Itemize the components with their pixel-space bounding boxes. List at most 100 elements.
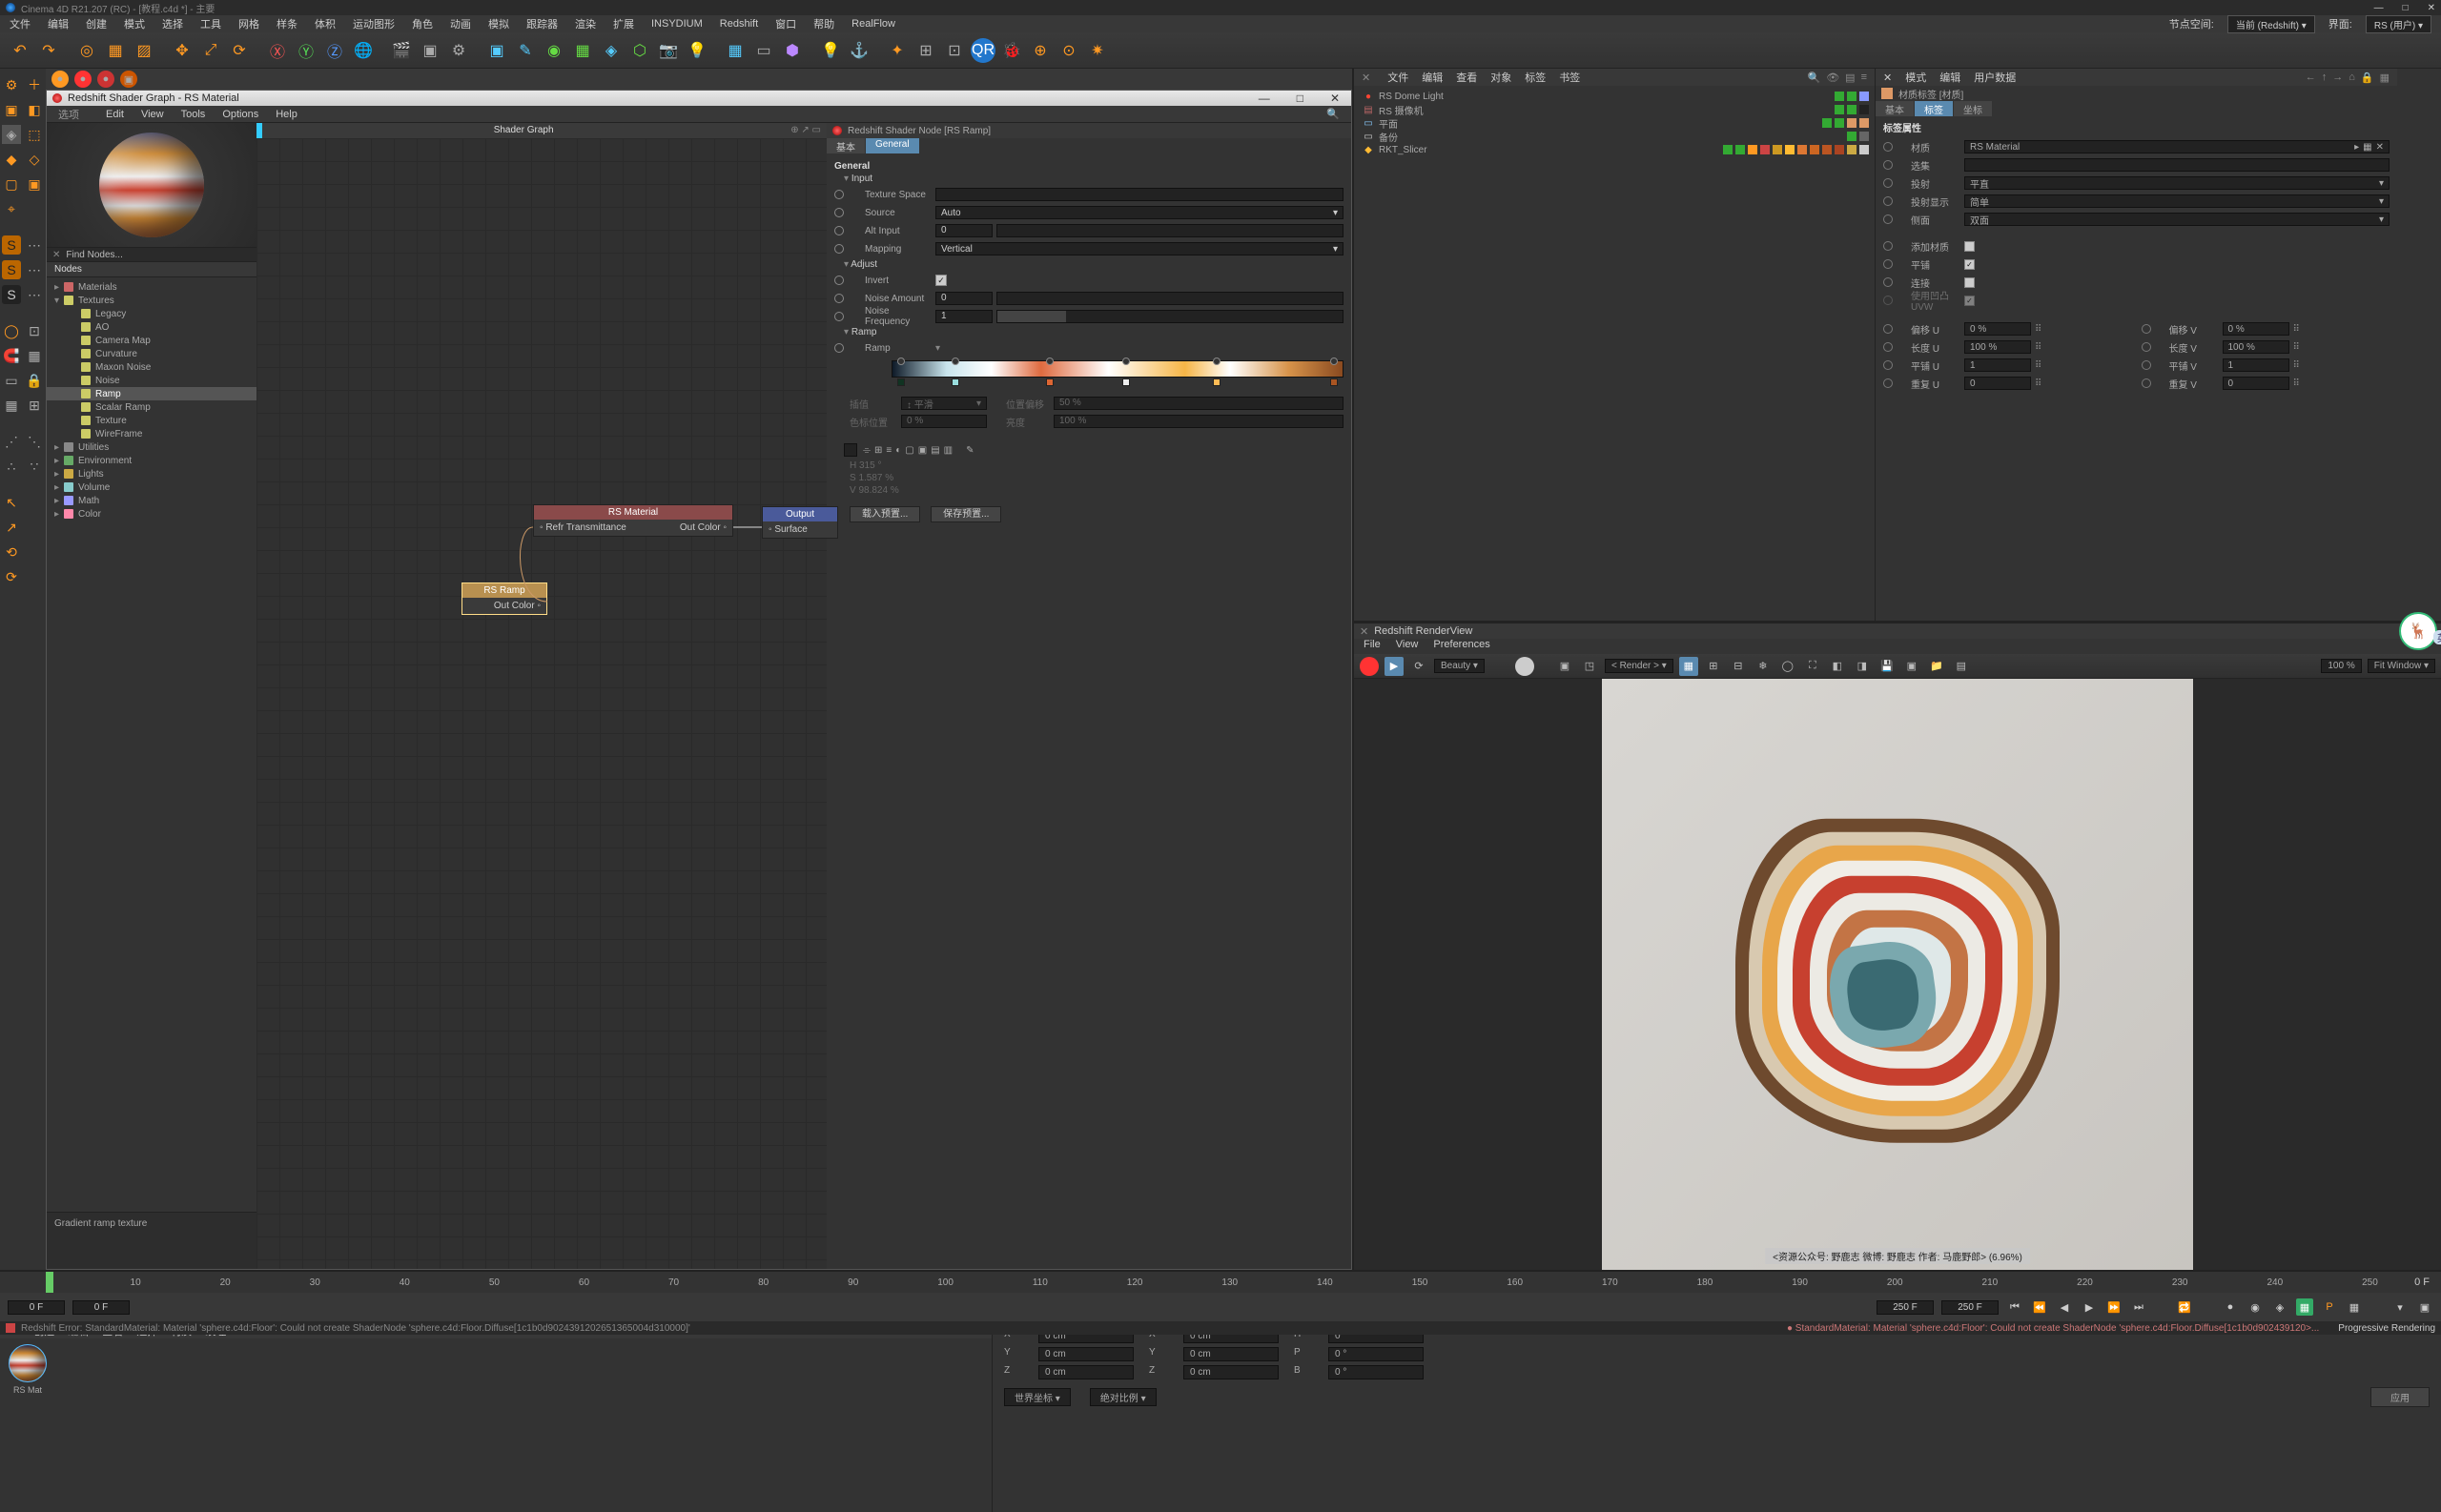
rv-freeze-icon[interactable]: ❄ [1754,657,1773,676]
menu-item[interactable]: 渲染 [575,16,596,31]
obj-menu-item[interactable]: 对象 [1490,70,1511,85]
nurbs-icon[interactable]: ◉ [542,38,566,63]
attr-input[interactable]: 1 [2223,358,2289,372]
box3-icon[interactable]: ▤ [931,445,939,456]
rv-fit-select[interactable]: Fit Window ▾ [2368,659,2435,673]
coord-input[interactable]: 0 cm [1183,1347,1279,1361]
object-row[interactable]: ▭备份 [1354,130,1875,143]
prop-checkbox[interactable]: ✓ [935,275,947,286]
menu-item[interactable]: 选择 [162,16,183,31]
menu-item[interactable]: 体积 [315,16,336,31]
menu-item[interactable]: 帮助 [813,16,834,31]
ramp-gradient[interactable] [892,360,1344,391]
grid4-icon[interactable]: ⊞ [874,445,882,456]
tree-item[interactable]: Texture [47,414,256,427]
frame-current-field[interactable]: 0 F [72,1300,130,1315]
cube-tool-icon[interactable]: ▣ [2,100,21,119]
rv-refresh-icon[interactable]: ⟳ [1409,657,1428,676]
box4-icon[interactable]: ▥ [944,445,953,456]
node-space-select[interactable]: 当前 (Redshift) ▾ [2227,15,2315,33]
environment-icon[interactable]: ⬡ [627,38,652,63]
attr-select[interactable]: 双面▾ [1964,213,2390,226]
menu-item[interactable]: Redshift [720,18,758,30]
select-live-icon[interactable]: ◎ [74,38,99,63]
tree-item[interactable]: Camera Map [47,334,256,347]
rv-crop-icon[interactable]: ◳ [1580,657,1599,676]
obj-menu-item[interactable]: 书签 [1559,70,1580,85]
attr-checkbox[interactable] [1964,241,1975,252]
tab-basic[interactable]: 基本 [827,138,865,153]
pen-icon[interactable]: ✎ [513,38,538,63]
render-settings-icon[interactable]: ⚙ [446,38,471,63]
cube2-icon[interactable]: ◧ [25,100,44,119]
rv-ipr-button[interactable]: ▶ [1385,657,1404,676]
attr-checkbox[interactable]: ✓ [1964,259,1975,270]
keys2-icon[interactable]: ▦ [2346,1298,2363,1316]
object-row[interactable]: ●RS Dome Light [1354,90,1875,103]
tree-item[interactable]: ▸Environment [47,454,256,467]
workplane-icon[interactable]: ▭ [2,371,21,390]
nav-fwd-icon[interactable]: → [2332,72,2343,84]
attr-tab-basic[interactable]: 基本 [1876,101,1914,116]
keys1-icon[interactable]: ▦ [2296,1298,2313,1316]
box1-icon[interactable]: ▢ [905,445,913,456]
menu-item[interactable]: 跟踪器 [526,16,558,31]
sg-minimize[interactable]: — [1259,92,1270,105]
misc3-icon[interactable]: ∴ [2,457,21,476]
coord-input[interactable]: 0 cm [1038,1347,1134,1361]
step-fwd-icon[interactable]: ⏩ [2105,1298,2123,1316]
rv-snapshot-icon[interactable]: ▣ [1555,657,1574,676]
save-preset-button[interactable]: 保存预置... [931,506,1001,522]
attr-tab-tag[interactable]: 标签 [1915,101,1953,116]
object-row[interactable]: ◆RKT_Slicer [1354,143,1875,156]
tree-item[interactable]: ▸Volume [47,480,256,494]
sg-menu-item[interactable]: Options [222,109,258,120]
menu-item[interactable]: 文件 [10,16,31,31]
tree-item[interactable]: ▸Color [47,507,256,521]
ring-icon[interactable]: ◯ [2,321,21,340]
attr-input[interactable]: 100 % [1964,340,2031,354]
rv-aov-select[interactable]: Beauty ▾ [1434,659,1485,673]
tree-item[interactable]: Curvature [47,347,256,360]
sg-maximize[interactable]: □ [1297,92,1303,105]
rv-ab2-icon[interactable]: ◨ [1853,657,1872,676]
coord-input[interactable]: 0 ° [1328,1347,1424,1361]
s2-icon[interactable]: S [2,260,21,279]
picker-icon[interactable]: ⌯ [863,445,871,456]
camera-icon[interactable]: 📷 [656,38,681,63]
tree-item[interactable]: Legacy [47,307,256,320]
coord-space-select[interactable]: 世界坐标 ▾ [1004,1388,1071,1406]
misc4-icon[interactable]: ∵ [25,457,44,476]
attr-checkbox[interactable]: ✓ [1964,296,1975,306]
attr-input[interactable]: 100 % [2223,340,2289,354]
light-icon[interactable]: 💡 [685,38,709,63]
window-minimize[interactable]: — [2374,3,2384,13]
attr-input[interactable]: 0 % [2223,322,2289,336]
nav-lock-icon[interactable]: 🔒 [2361,72,2374,84]
obj-menu-item[interactable]: 文件 [1387,70,1408,85]
magnet-icon[interactable]: 🧲 [2,346,21,365]
sg-menu-item[interactable]: Tools [181,109,206,120]
node-rs-material[interactable]: RS Material ◦ Refr TransmittanceOut Colo… [533,504,733,537]
coord-input[interactable]: 0 ° [1328,1365,1424,1379]
filter-icon[interactable]: ▤ [1845,72,1855,84]
interp-select[interactable]: ↕ 平滑▾ [901,397,987,410]
anchor-icon[interactable]: ⚓ [847,38,872,63]
menu-icon[interactable]: ≡ [1861,72,1867,84]
attr-menu-item[interactable]: 编辑 [1939,70,1960,85]
menu-item[interactable]: 网格 [238,16,259,31]
tree-item[interactable]: Scalar Ramp [47,400,256,414]
tree-item[interactable]: ▾Textures [47,294,256,307]
obj-menu-item[interactable]: 查看 [1456,70,1477,85]
menu-item[interactable]: 模拟 [488,16,509,31]
field-icon[interactable]: ⊡ [942,38,967,63]
scale-icon[interactable]: ⤢ [198,38,223,63]
s3-icon[interactable]: S [2,285,21,304]
render-icon[interactable]: 🎬 [389,38,414,63]
cloner-icon[interactable]: ⊞ [913,38,938,63]
menu-item[interactable]: 角色 [412,16,433,31]
prop-blank[interactable] [935,188,1344,201]
prop-input[interactable]: 1 [935,310,993,323]
dots1-icon[interactable]: ⋯ [25,235,44,255]
menu-item[interactable]: 编辑 [48,16,69,31]
